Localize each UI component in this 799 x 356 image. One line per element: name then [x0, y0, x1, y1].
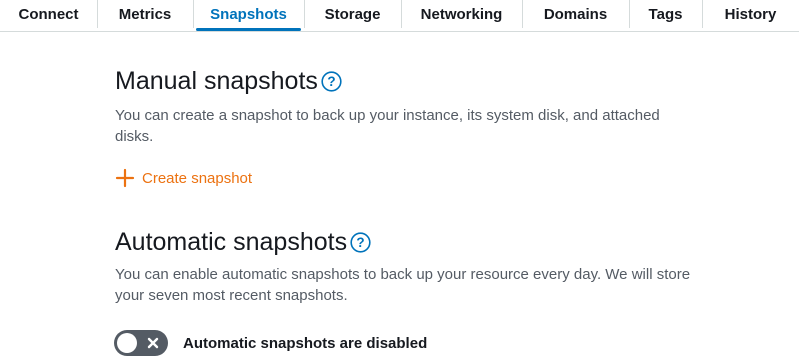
create-snapshot-label: Create snapshot — [142, 169, 253, 187]
tab-networking[interactable]: Networking — [401, 0, 522, 28]
automatic-snapshots-toggle-row: Automatic snapshots are disabled — [114, 330, 427, 356]
close-icon — [147, 337, 159, 349]
plus-icon — [115, 168, 135, 188]
manual-snapshots-description: You can create a snapshot to back up you… — [115, 107, 660, 145]
question-circle-icon[interactable]: ? — [350, 232, 371, 253]
automatic-snapshots-toggle[interactable] — [114, 330, 168, 356]
tab-storage[interactable]: Storage — [304, 0, 401, 28]
toggle-knob — [117, 333, 137, 353]
tab-tags[interactable]: Tags — [629, 0, 702, 28]
svg-text:?: ? — [327, 74, 335, 89]
create-snapshot-link[interactable]: Create snapshot — [115, 168, 252, 188]
automatic-snapshots-heading: Automatic snapshots ? — [115, 228, 371, 257]
tab-metrics[interactable]: Metrics — [97, 0, 193, 28]
question-circle-icon[interactable]: ? — [321, 71, 342, 92]
manual-snapshots-title: Manual snapshots — [115, 67, 318, 95]
tab-bar: Connect Metrics Snapshots Storage Networ… — [0, 0, 799, 32]
manual-snapshots-heading: Manual snapshots ? — [115, 67, 342, 96]
tab-snapshots[interactable]: Snapshots — [193, 0, 304, 31]
automatic-snapshots-title: Automatic snapshots — [115, 228, 348, 256]
svg-text:?: ? — [356, 235, 364, 250]
automatic-snapshots-description: You can enable automatic snapshots to ba… — [115, 266, 691, 304]
tab-domains[interactable]: Domains — [522, 0, 629, 28]
toggle-status-label: Automatic snapshots are disabled — [183, 334, 428, 352]
tab-history[interactable]: History — [702, 0, 799, 28]
tab-connect[interactable]: Connect — [0, 0, 97, 28]
